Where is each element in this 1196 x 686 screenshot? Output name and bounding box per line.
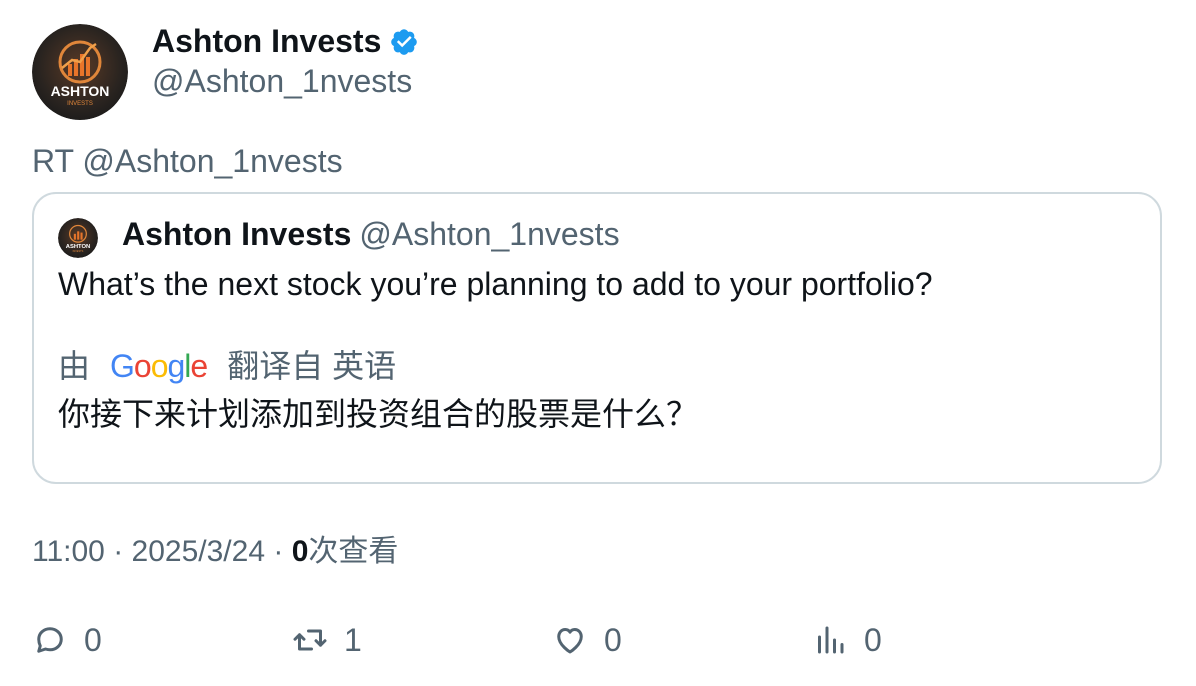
author-handle[interactable]: @Ashton_1nvests	[152, 61, 412, 101]
avatar-text-sub: INVESTS	[67, 101, 93, 107]
translated-text: 你接下来计划添加到投资组合的股票是什么？	[58, 396, 699, 432]
quoted-author-avatar[interactable]: ASHTON INVESTS	[58, 218, 98, 258]
author-avatar[interactable]: ASHTON INVESTS	[32, 24, 128, 120]
heart-icon	[557, 628, 583, 654]
tweet-time[interactable]: 11:00	[32, 535, 105, 568]
views-button[interactable]: 0	[812, 620, 882, 660]
retweet-count: 1	[344, 621, 362, 658]
retweet-button[interactable]: 1	[292, 620, 362, 660]
avatar-logo-image: ASHTON INVESTS	[32, 24, 128, 120]
quoted-avatar-text-main: ASHTON	[66, 244, 91, 250]
meta-separator: ·	[113, 535, 124, 568]
analytics-icon	[818, 626, 844, 654]
translation-attribution: 由 Google 翻译自 英语	[58, 346, 396, 386]
quoted-author-handle[interactable]: @Ashton_1nvests	[359, 216, 619, 252]
views-label: 次查看	[308, 535, 399, 568]
views-count: 0	[291, 535, 309, 568]
translate-suffix: 翻译自 英语	[227, 348, 397, 384]
author-display-name[interactable]: Ashton Invests	[152, 21, 419, 61]
quoted-avatar-text-sub: INVESTS	[73, 250, 84, 253]
meta-separator: ·	[273, 535, 284, 568]
reply-button[interactable]: 0	[32, 620, 102, 660]
tweet-meta: 11:00 · 2025/3/24 · 0次查看	[32, 532, 398, 572]
quoted-tweet-text: What’s the next stock you’re planning to…	[58, 266, 933, 302]
author-display-name-text[interactable]: Ashton Invests	[152, 21, 381, 61]
quoted-avatar-logo-image: ASHTON INVESTS	[58, 218, 98, 258]
retweet-text: RT @Ashton_1nvests	[32, 143, 343, 179]
retweet-icon	[293, 629, 327, 651]
tweet-date[interactable]: 2025/3/24	[132, 535, 265, 568]
google-logo: Google	[110, 348, 208, 384]
reply-icon	[37, 627, 63, 653]
avatar-text-main: ASHTON	[51, 83, 110, 99]
like-count: 0	[604, 621, 622, 658]
reply-count: 0	[84, 621, 102, 658]
verified-badge-icon	[389, 26, 419, 56]
quoted-tweet-card[interactable]: ASHTON INVESTS Ashton Invests @Ashton_1nv…	[32, 192, 1162, 484]
translate-prefix: 由	[58, 348, 91, 384]
views-action-count: 0	[864, 621, 882, 658]
quoted-author-name[interactable]: Ashton Invests	[122, 216, 351, 252]
quoted-author-header: Ashton Invests @Ashton_1nvests	[122, 214, 620, 254]
like-button[interactable]: 0	[552, 620, 622, 660]
tweet-actions: 0 1 0 0	[0, 620, 1196, 660]
